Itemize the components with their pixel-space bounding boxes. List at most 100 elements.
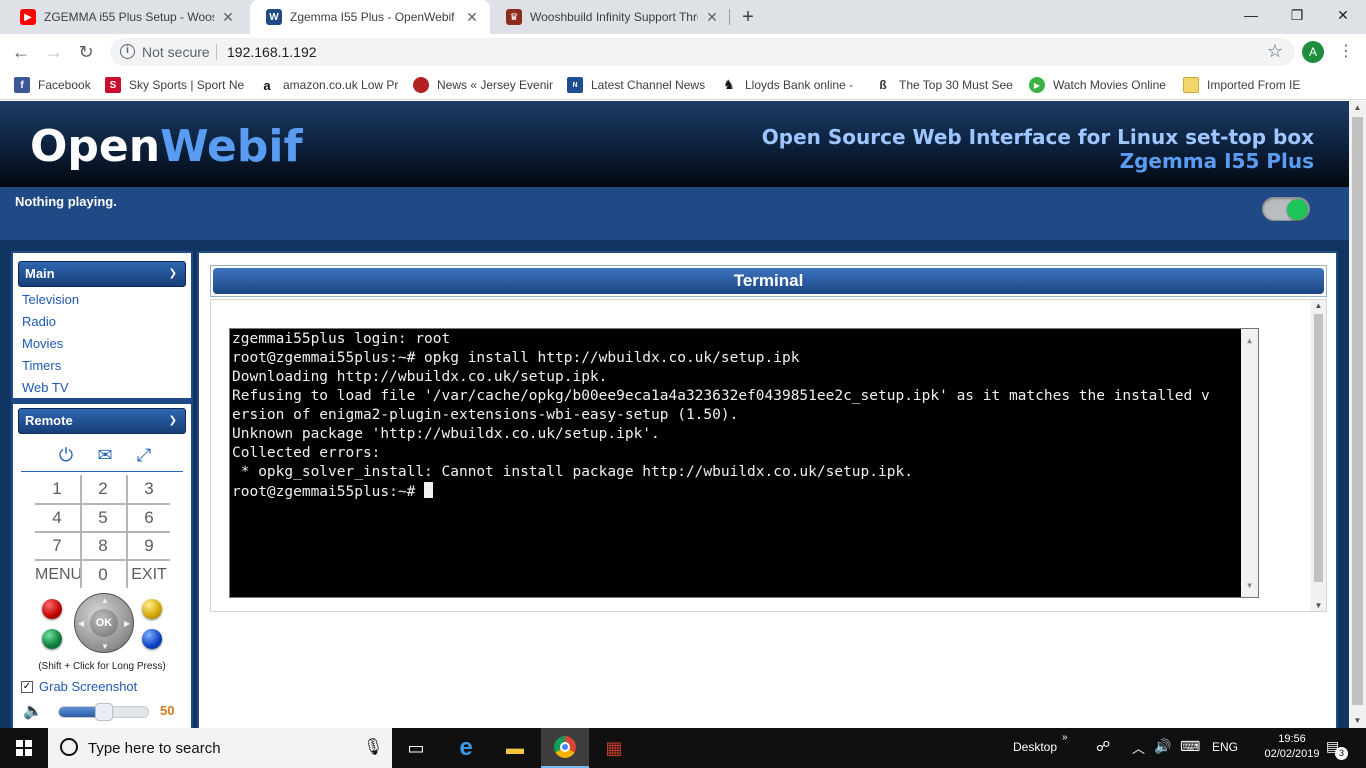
key-7[interactable]: 7 (35, 532, 79, 560)
bookmark-imported-ie[interactable]: Imported From IE (1183, 76, 1323, 94)
taskbar-search[interactable]: Type here to search 🎙 (48, 728, 392, 768)
minimize-button[interactable]: — (1228, 0, 1274, 30)
scroll-down-icon[interactable]: ▼ (1241, 576, 1258, 595)
youtube-icon: ▶ (20, 9, 36, 25)
forward-button[interactable]: → (42, 40, 66, 64)
info-icon[interactable]: i (120, 44, 135, 59)
key-2[interactable]: 2 (81, 475, 125, 503)
menu-item-movies[interactable]: Movies (18, 333, 188, 355)
panel-scroll-thumb[interactable] (1314, 314, 1323, 582)
message-icon[interactable]: ✉ (92, 443, 118, 467)
more-menu-icon[interactable]: ⋮ (1338, 41, 1354, 63)
key-9[interactable]: 9 (127, 532, 171, 560)
grab-screenshot-option[interactable]: ✓ Grab Screenshot (21, 679, 137, 694)
volume-handle[interactable] (94, 703, 113, 721)
people-icon[interactable]: ☍ (1096, 738, 1110, 755)
edge-icon[interactable]: e (442, 728, 490, 768)
tab-openwebif[interactable]: W Zgemma I55 Plus - OpenWebif ✕ (250, 0, 490, 34)
maximize-button[interactable]: ❐ (1274, 0, 1320, 30)
right-arrow-icon[interactable]: ▶ (124, 619, 130, 628)
bookmark-lloyds[interactable]: ♞ Lloyds Bank online - (721, 76, 861, 94)
windows-icon (16, 740, 32, 756)
address-bar[interactable]: i Not secure 192.168.1.192 ☆ (110, 38, 1295, 66)
terminal-scrollbar[interactable]: ▲ ▼ (1241, 329, 1258, 597)
bookmark-amazon[interactable]: a amazon.co.uk Low Pr (259, 76, 399, 94)
tab-zgemma-setup[interactable]: ▶ ZGEMMA i55 Plus Setup - Woosh ✕ (4, 0, 246, 34)
new-tab-button[interactable]: + (738, 6, 758, 28)
main-menu-header[interactable]: Main ❯ (18, 261, 186, 287)
scroll-up-icon[interactable]: ▲ (1241, 331, 1258, 350)
chrome-icon[interactable] (541, 728, 589, 768)
key-4[interactable]: 4 (35, 504, 79, 532)
panel-scrollbar[interactable]: ▲ ▼ (1311, 300, 1326, 611)
back-button[interactable]: ← (9, 40, 33, 64)
left-arrow-icon[interactable]: ◀ (78, 619, 84, 628)
close-icon[interactable]: ✕ (220, 9, 236, 26)
theme-toggle[interactable] (1262, 197, 1310, 221)
red-button[interactable] (42, 599, 62, 619)
openwebif-logo[interactable]: OpenWebif (30, 121, 303, 172)
key-6[interactable]: 6 (127, 504, 171, 532)
key-exit[interactable]: EXIT (127, 561, 171, 589)
remote-header[interactable]: Remote ❯ (18, 408, 186, 434)
star-icon[interactable]: ☆ (1267, 41, 1283, 62)
start-button[interactable] (0, 728, 48, 768)
menu-item-radio[interactable]: Radio (18, 311, 188, 333)
winrar-icon[interactable]: ▦ (590, 728, 638, 768)
scroll-down-icon[interactable]: ▼ (1349, 714, 1366, 728)
reload-button[interactable]: ↻ (74, 40, 98, 64)
key-5[interactable]: 5 (81, 504, 125, 532)
action-center-icon[interactable]: ▤ 3 (1326, 738, 1348, 760)
task-view-icon[interactable]: ▭ (392, 728, 440, 768)
keyboard-icon[interactable]: ⌨ (1180, 738, 1200, 755)
scroll-down-icon[interactable]: ▼ (1311, 601, 1326, 610)
window-close-button[interactable]: ✕ (1320, 0, 1366, 30)
key-0[interactable]: 0 (81, 561, 125, 589)
up-arrow-icon[interactable]: ▲ (101, 596, 109, 605)
green-button[interactable] (42, 629, 62, 649)
menu-item-television[interactable]: Television (18, 289, 188, 311)
down-arrow-icon[interactable]: ▼ (101, 642, 109, 651)
status-bar: Nothing playing. (0, 187, 1349, 240)
chevron-right-icon[interactable]: » (1062, 732, 1068, 743)
bookmark-facebook[interactable]: f Facebook (14, 76, 96, 94)
file-explorer-icon[interactable]: ▬ (491, 728, 539, 768)
grab-screenshot-checkbox[interactable]: ✓ (21, 680, 33, 693)
page-scroll-thumb[interactable] (1352, 117, 1363, 705)
blue-button[interactable] (142, 629, 162, 649)
bookmark-sky-sports[interactable]: S Sky Sports | Sport Ne (105, 76, 245, 94)
microphone-icon[interactable]: 🎙 (363, 737, 383, 757)
tab-wooshbuild[interactable]: ♛ Wooshbuild Infinity Support Thre ✕ (490, 0, 730, 34)
yellow-button[interactable] (142, 599, 162, 619)
show-hidden-icons-icon[interactable]: ︿ (1132, 738, 1145, 757)
power-icon[interactable]: ⏻ (53, 443, 79, 467)
bookmark-jersey-news[interactable]: News « Jersey Evenin (413, 76, 553, 94)
notification-count: 3 (1335, 747, 1348, 760)
language-indicator[interactable]: ENG (1212, 740, 1238, 754)
remote-dpad[interactable]: ▲ ▼ ◀ ▶ OK (74, 593, 134, 653)
scroll-up-icon[interactable]: ▲ (1311, 301, 1326, 310)
scroll-up-icon[interactable]: ▲ (1349, 101, 1366, 115)
close-icon[interactable]: ✕ (464, 9, 480, 26)
terminal-console[interactable]: zgemmai55plus login: root root@zgemmai55… (229, 328, 1259, 598)
speaker-icon[interactable]: 🔈 (23, 701, 43, 721)
key-3[interactable]: 3 (127, 475, 171, 503)
key-8[interactable]: 8 (81, 532, 125, 560)
page-scrollbar[interactable]: ▲ ▼ (1349, 101, 1366, 728)
key-menu[interactable]: MENU (35, 561, 82, 589)
menu-item-web-tv[interactable]: Web TV (18, 377, 188, 399)
close-icon[interactable]: ✕ (704, 9, 720, 26)
bookmark-watch-movies[interactable]: ▶ Watch Movies Online (1029, 76, 1169, 94)
menu-item-timers[interactable]: Timers (18, 355, 188, 377)
volume-icon[interactable]: 🔊 (1154, 738, 1171, 755)
bookmark-top-30[interactable]: ß The Top 30 Must See (875, 76, 1015, 94)
ok-button[interactable]: OK (90, 609, 118, 637)
fullscreen-icon[interactable]: ⤢ (131, 443, 157, 467)
url-text[interactable]: 192.168.1.192 (227, 44, 317, 60)
profile-avatar[interactable]: A (1302, 41, 1324, 63)
chevron-down-icon: ❯ (168, 415, 177, 426)
bookmark-channel-news[interactable]: N Latest Channel News (567, 76, 707, 94)
key-1[interactable]: 1 (35, 475, 79, 503)
desktop-toolbar-label[interactable]: Desktop (1013, 740, 1057, 754)
system-clock[interactable]: 19:56 02/02/2019 (1262, 732, 1322, 762)
